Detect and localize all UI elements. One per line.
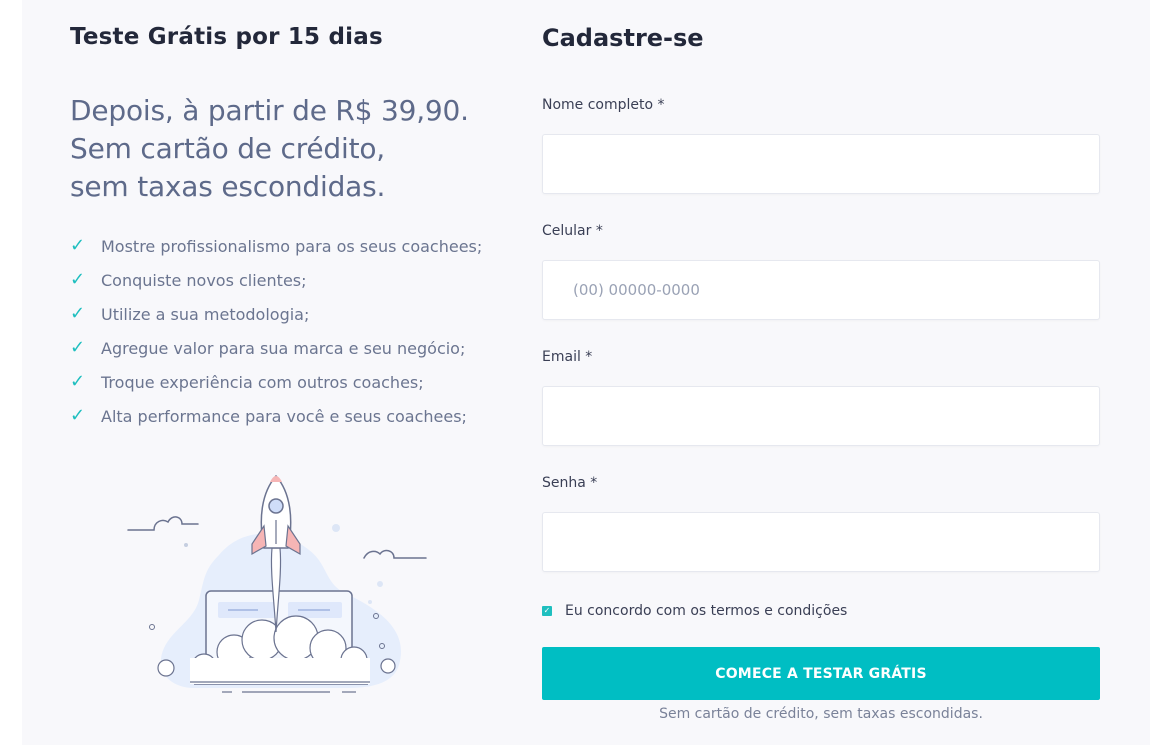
benefit-text: Conquiste novos clientes;	[101, 271, 307, 290]
terms-row: ✓ Eu concordo com os termos e condições	[542, 603, 847, 619]
password-input[interactable]	[542, 512, 1100, 572]
password-label: Senha *	[542, 475, 598, 491]
benefit-text: Troque experiência com outros coaches;	[101, 373, 424, 392]
phone-input[interactable]	[542, 260, 1100, 320]
benefits-list: ✓ Mostre profissionalismo para os seus c…	[70, 234, 482, 438]
checkmark-icon: ✓	[543, 606, 551, 615]
tagline-line: sem taxas escondidas.	[70, 170, 386, 203]
terms-label[interactable]: Eu concordo com os termos e condições	[565, 603, 847, 619]
no-credit-card-note: Sem cartão de crédito, sem taxas escondi…	[659, 706, 983, 722]
benefit-item: ✓ Mostre profissionalismo para os seus c…	[70, 234, 482, 268]
email-input[interactable]	[542, 386, 1100, 446]
benefit-text: Mostre profissionalismo para os seus coa…	[101, 237, 483, 256]
checkmark-icon: ✓	[70, 337, 86, 358]
benefit-item: ✓ Utilize a sua metodologia;	[70, 302, 482, 336]
benefit-text: Alta performance para você e seus coache…	[101, 407, 467, 426]
terms-checkbox[interactable]: ✓	[542, 606, 552, 616]
checkmark-icon: ✓	[70, 269, 86, 290]
checkmark-icon: ✓	[70, 235, 86, 256]
rocket-launch-illustration	[127, 474, 427, 693]
pricing-tagline: Depois, à partir de R$ 39,90. Sem cartão…	[70, 92, 510, 206]
benefit-item: ✓ Agregue valor para sua marca e seu neg…	[70, 336, 482, 370]
benefit-item: ✓ Conquiste novos clientes;	[70, 268, 482, 302]
checkmark-icon: ✓	[70, 303, 86, 324]
benefit-text: Agregue valor para sua marca e seu negóc…	[101, 339, 466, 358]
start-trial-button[interactable]: COMECE A TESTAR GRÁTIS	[542, 647, 1100, 700]
name-label: Nome completo *	[542, 97, 665, 113]
phone-label: Celular *	[542, 223, 603, 239]
benefit-item: ✓ Alta performance para você e seus coac…	[70, 404, 482, 438]
checkmark-icon: ✓	[70, 405, 86, 426]
signup-title: Cadastre-se	[542, 24, 704, 52]
tagline-line: Depois, à partir de R$ 39,90.	[70, 94, 469, 127]
trial-title: Teste Grátis por 15 dias	[70, 24, 383, 50]
name-input[interactable]	[542, 134, 1100, 194]
checkmark-icon: ✓	[70, 371, 86, 392]
email-label: Email *	[542, 349, 593, 365]
benefit-text: Utilize a sua metodologia;	[101, 305, 310, 324]
benefit-item: ✓ Troque experiência com outros coaches;	[70, 370, 482, 404]
tagline-line: Sem cartão de crédito,	[70, 132, 385, 165]
